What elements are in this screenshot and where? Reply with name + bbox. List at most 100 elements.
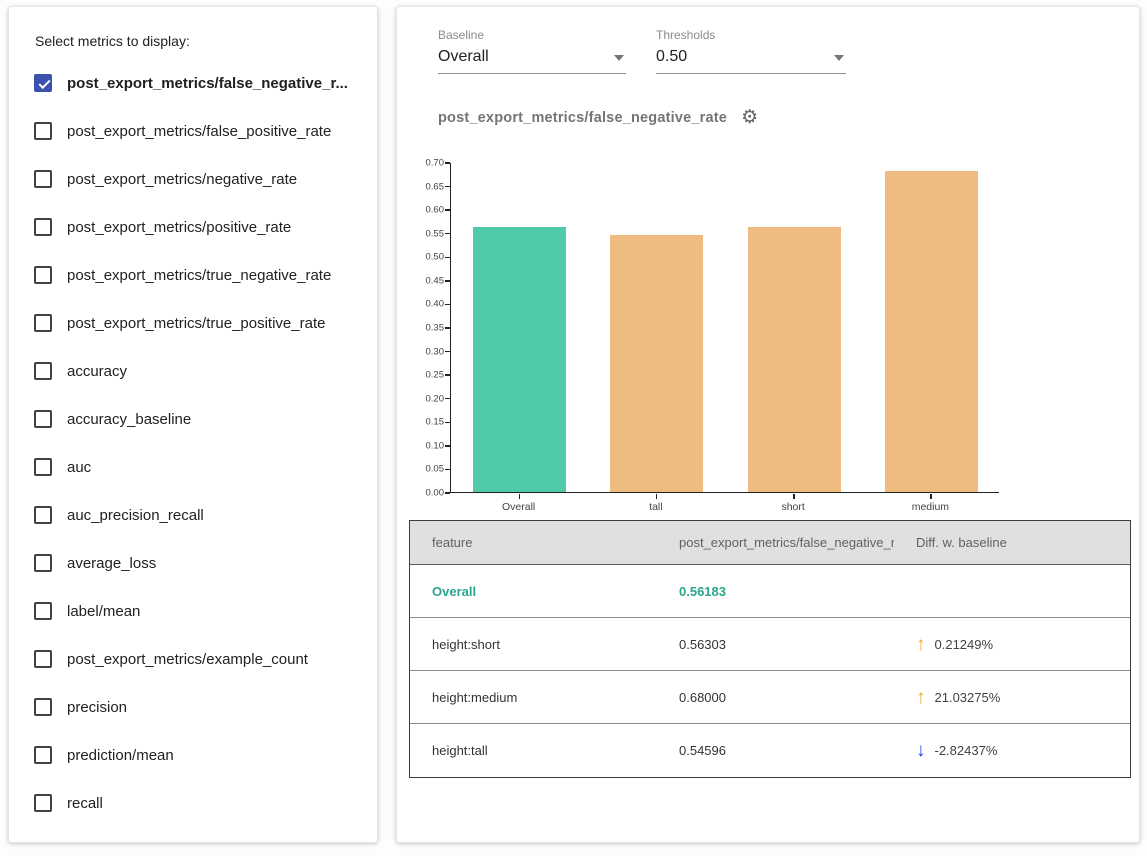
- thresholds-dropdown[interactable]: Thresholds 0.50: [656, 28, 846, 74]
- bar-chart-plot-area: [450, 163, 999, 493]
- diff-percentage: -2.82437%: [935, 743, 998, 758]
- arrow-up-icon: ↑: [916, 635, 926, 654]
- y-axis-tick-label: 0.05: [414, 464, 444, 475]
- metric-value-cell: 0.56183: [657, 584, 894, 599]
- metric-value-cell: 0.54596: [657, 743, 894, 758]
- chart-title: post_export_metrics/false_negative_rate: [438, 110, 727, 126]
- checkbox-unchecked-icon[interactable]: [34, 218, 52, 236]
- metric-label: post_export_metrics/false_negative_r...: [67, 75, 348, 92]
- metric-label: post_export_metrics/negative_rate: [67, 171, 297, 188]
- y-axis-tick-label: 0.30: [414, 346, 444, 357]
- bar-overall[interactable]: [473, 227, 566, 492]
- y-axis-tick-mark: [445, 233, 450, 235]
- metric-value-cell: 0.56303: [657, 637, 894, 652]
- metric-checkbox-list: post_export_metrics/false_negative_r...p…: [9, 59, 377, 827]
- metric-row-precision[interactable]: precision: [9, 683, 377, 731]
- metrics-selector-panel: Select metrics to display: post_export_m…: [8, 6, 378, 843]
- metric-label: recall: [67, 795, 103, 812]
- diff-percentage: 0.21249%: [935, 637, 994, 652]
- arrow-down-icon: ↓: [916, 741, 926, 760]
- x-axis-tick-label: Overall: [502, 501, 535, 513]
- baseline-dropdown[interactable]: Baseline Overall: [438, 28, 626, 74]
- metric-row-post-export-metrics-false-positive-rate[interactable]: post_export_metrics/false_positive_rate: [9, 107, 377, 155]
- table-column-header: post_export_metrics/false_negative_rat..…: [657, 535, 894, 550]
- feature-cell: height:tall: [410, 743, 657, 758]
- checkbox-unchecked-icon[interactable]: [34, 410, 52, 428]
- y-axis-tick-mark: [445, 186, 450, 188]
- checkbox-unchecked-icon[interactable]: [34, 554, 52, 572]
- table-column-header: Diff. w. baseline: [894, 535, 1130, 550]
- metrics-table-body: Overall0.56183 height:short0.56303 ↑ 0.2124…: [410, 565, 1130, 777]
- checkbox-unchecked-icon[interactable]: [34, 458, 52, 476]
- checkbox-unchecked-icon[interactable]: [34, 602, 52, 620]
- metric-row-post-export-metrics-positive-rate[interactable]: post_export_metrics/positive_rate: [9, 203, 377, 251]
- metric-row-average-loss[interactable]: average_loss: [9, 539, 377, 587]
- x-axis-tick-mark: [793, 494, 795, 499]
- metric-label: post_export_metrics/true_negative_rate: [67, 267, 331, 284]
- metric-row-post-export-metrics-false-negative-r-[interactable]: post_export_metrics/false_negative_r...: [9, 59, 377, 107]
- bar-short[interactable]: [748, 227, 841, 492]
- y-axis-tick-label: 0.15: [414, 417, 444, 428]
- y-axis-tick-mark: [445, 374, 450, 376]
- y-axis-tick-label: 0.60: [414, 205, 444, 216]
- y-axis-tick-label: 0.25: [414, 370, 444, 381]
- checkbox-unchecked-icon[interactable]: [34, 746, 52, 764]
- y-axis-tick-mark: [445, 209, 450, 211]
- y-axis-tick-label: 0.45: [414, 275, 444, 286]
- baseline-dropdown-label: Baseline: [438, 28, 626, 42]
- y-axis-tick-label: 0.55: [414, 228, 444, 239]
- gear-icon[interactable]: ⚙: [741, 108, 758, 127]
- metric-row-prediction-mean[interactable]: prediction/mean: [9, 731, 377, 779]
- metric-row-post-export-metrics-negative-rate[interactable]: post_export_metrics/negative_rate: [9, 155, 377, 203]
- feature-cell: Overall: [410, 584, 657, 599]
- metric-row-recall[interactable]: recall: [9, 779, 377, 827]
- checkbox-checked-icon[interactable]: [34, 74, 52, 92]
- metric-label: accuracy: [67, 363, 127, 380]
- y-axis-tick-label: 0.40: [414, 299, 444, 310]
- metric-row-post-export-metrics-example-count[interactable]: post_export_metrics/example_count: [9, 635, 377, 683]
- metric-value-cell: 0.68000: [657, 690, 894, 705]
- y-axis-tick-mark: [445, 422, 450, 424]
- metric-row-label-mean[interactable]: label/mean: [9, 587, 377, 635]
- checkbox-unchecked-icon[interactable]: [34, 170, 52, 188]
- y-axis-tick-mark: [445, 445, 450, 447]
- y-axis-tick-mark: [445, 327, 450, 329]
- y-axis-tick-mark: [445, 398, 450, 400]
- metric-row-post-export-metrics-true-positive-rate[interactable]: post_export_metrics/true_positive_rate: [9, 299, 377, 347]
- checkbox-unchecked-icon[interactable]: [34, 266, 52, 284]
- bar-tall[interactable]: [610, 235, 703, 492]
- metric-row-auc[interactable]: auc: [9, 443, 377, 491]
- bar-medium[interactable]: [885, 171, 978, 492]
- metric-label: post_export_metrics/example_count: [67, 651, 308, 668]
- checkbox-unchecked-icon[interactable]: [34, 698, 52, 716]
- x-axis-tick-mark: [656, 494, 658, 499]
- diff-cell: ↑21.03275%: [894, 688, 1130, 707]
- table-row[interactable]: Overall0.56183: [410, 565, 1130, 618]
- feature-cell: height:medium: [410, 690, 657, 705]
- x-axis-tick-mark: [930, 494, 932, 499]
- metric-row-post-export-metrics-true-negative-rate[interactable]: post_export_metrics/true_negative_rate: [9, 251, 377, 299]
- checkbox-unchecked-icon[interactable]: [34, 794, 52, 812]
- checkbox-unchecked-icon[interactable]: [34, 650, 52, 668]
- checkbox-unchecked-icon[interactable]: [34, 362, 52, 380]
- table-row[interactable]: height:short0.56303 ↑ 0.21249%: [410, 618, 1130, 671]
- y-axis-tick-mark: [445, 492, 450, 494]
- checkbox-unchecked-icon[interactable]: [34, 506, 52, 524]
- metric-label: post_export_metrics/true_positive_rate: [67, 315, 325, 332]
- metric-label: label/mean: [67, 603, 140, 620]
- metric-label: post_export_metrics/false_positive_rate: [67, 123, 331, 140]
- checkbox-unchecked-icon[interactable]: [34, 122, 52, 140]
- table-row[interactable]: height:tall0.54596 ↓ -2.82437%: [410, 724, 1130, 777]
- metric-row-auc-precision-recall[interactable]: auc_precision_recall: [9, 491, 377, 539]
- baseline-dropdown-box[interactable]: Overall: [438, 45, 626, 74]
- checkbox-unchecked-icon[interactable]: [34, 314, 52, 332]
- y-axis-tick-label: 0.10: [414, 440, 444, 451]
- table-row[interactable]: height:medium0.68000↑21.03275%: [410, 671, 1130, 724]
- feature-cell: height:short: [410, 637, 657, 652]
- y-axis-tick-mark: [445, 304, 450, 306]
- table-column-header: feature: [410, 535, 657, 550]
- y-axis-tick-mark: [445, 257, 450, 259]
- thresholds-dropdown-box[interactable]: 0.50: [656, 45, 846, 74]
- metric-row-accuracy-baseline[interactable]: accuracy_baseline: [9, 395, 377, 443]
- metric-row-accuracy[interactable]: accuracy: [9, 347, 377, 395]
